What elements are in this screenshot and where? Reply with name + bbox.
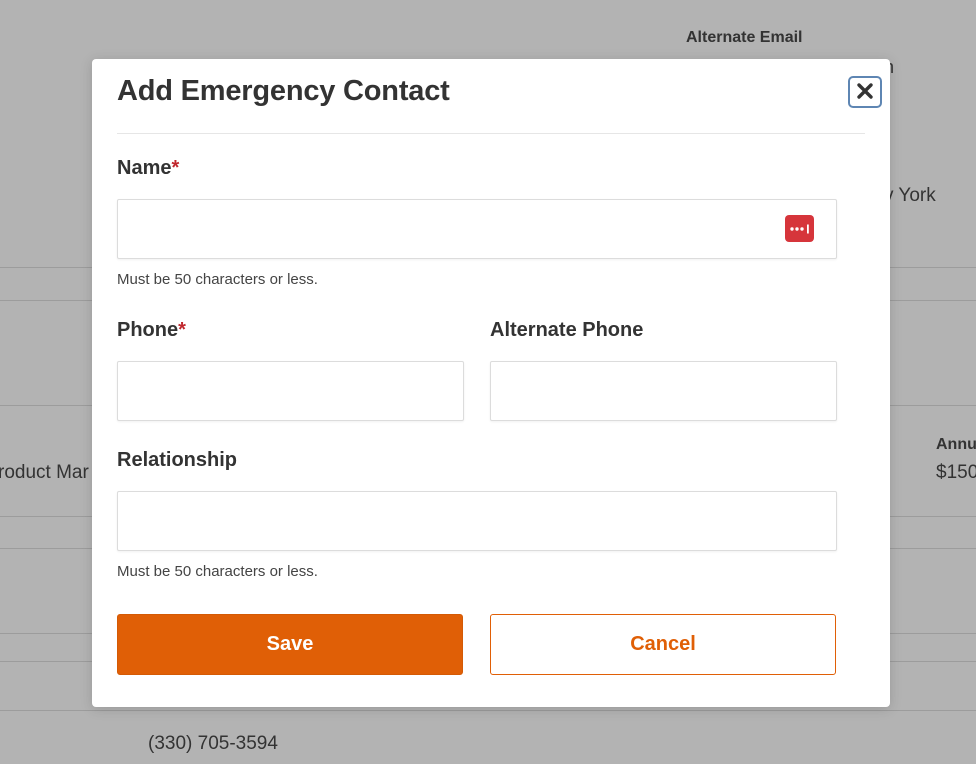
column-header-alternate-email: Alternate Email (686, 29, 803, 46)
add-emergency-contact-modal: Add Emergency Contact Name* Must be 50 c… (92, 59, 890, 707)
password-manager-icon[interactable] (785, 215, 814, 242)
alternate-phone-label: Alternate Phone (490, 319, 644, 341)
save-button[interactable]: Save (117, 614, 463, 675)
relationship-label: Relationship (117, 449, 238, 471)
cancel-button[interactable]: Cancel (490, 614, 836, 675)
background-location-text: v York (884, 185, 936, 206)
required-marker: * (178, 319, 186, 341)
relationship-input[interactable] (117, 491, 837, 551)
name-hint: Must be 50 characters or less. (117, 271, 318, 288)
close-button[interactable] (848, 76, 882, 108)
required-marker: * (171, 157, 180, 179)
alternate-phone-input[interactable] (490, 361, 837, 421)
phone-label: Phone* (117, 319, 186, 342)
background-job-title-text: roduct Mar (0, 462, 89, 483)
background-phone-text: (330) 705-3594 (148, 733, 278, 754)
modal-title: Add Emergency Contact (117, 75, 450, 107)
name-label: Name* (117, 157, 179, 180)
close-icon (856, 82, 874, 103)
relationship-hint: Must be 50 characters or less. (117, 563, 318, 580)
name-input[interactable] (117, 199, 837, 259)
row-divider (0, 710, 976, 711)
background-salary-text: $150 (936, 462, 976, 483)
header-divider (117, 133, 865, 134)
name-label-text: Name (117, 157, 172, 179)
phone-label-text: Phone (117, 319, 179, 341)
phone-input[interactable] (117, 361, 464, 421)
column-header-annual: Annu (936, 436, 976, 453)
